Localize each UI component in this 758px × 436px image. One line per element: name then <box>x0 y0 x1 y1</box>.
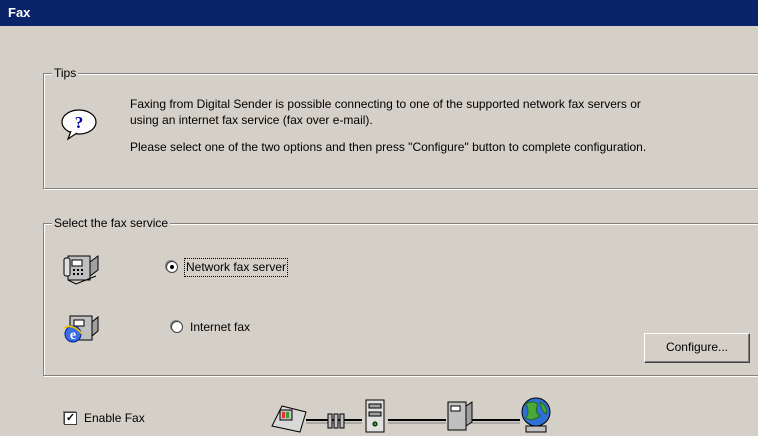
configure-button[interactable]: Configure... <box>644 333 750 363</box>
svg-text:?: ? <box>75 113 84 132</box>
enable-fax-label[interactable]: Enable Fax <box>84 411 145 426</box>
tips-text-line3: Please select one of the two options and… <box>130 140 647 154</box>
fax-service-legend: Select the fax service <box>52 216 171 230</box>
tips-groupbox: Tips <box>43 66 758 189</box>
internet-fax-radio[interactable] <box>171 321 183 333</box>
tips-legend: Tips <box>52 66 79 80</box>
help-question-icon: ? <box>61 109 97 141</box>
enable-fax-checkbox[interactable]: ✓ <box>64 412 77 425</box>
tips-text-line1: Faxing from Digital Sender is possible c… <box>130 97 641 111</box>
fax-machine-icon <box>63 255 99 285</box>
internet-fax-label[interactable]: Internet fax <box>190 320 250 335</box>
fax-workflow-diagram <box>271 397 551 433</box>
radio-selected-dot <box>170 265 174 269</box>
window-title: Fax <box>0 0 758 26</box>
internet-fax-icon: e <box>63 315 99 343</box>
tips-text-line2: using an internet fax service (fax over … <box>130 113 373 127</box>
svg-text:e: e <box>70 328 76 343</box>
network-fax-server-radio[interactable] <box>166 261 178 273</box>
network-fax-server-label[interactable]: Network fax server <box>183 258 289 277</box>
